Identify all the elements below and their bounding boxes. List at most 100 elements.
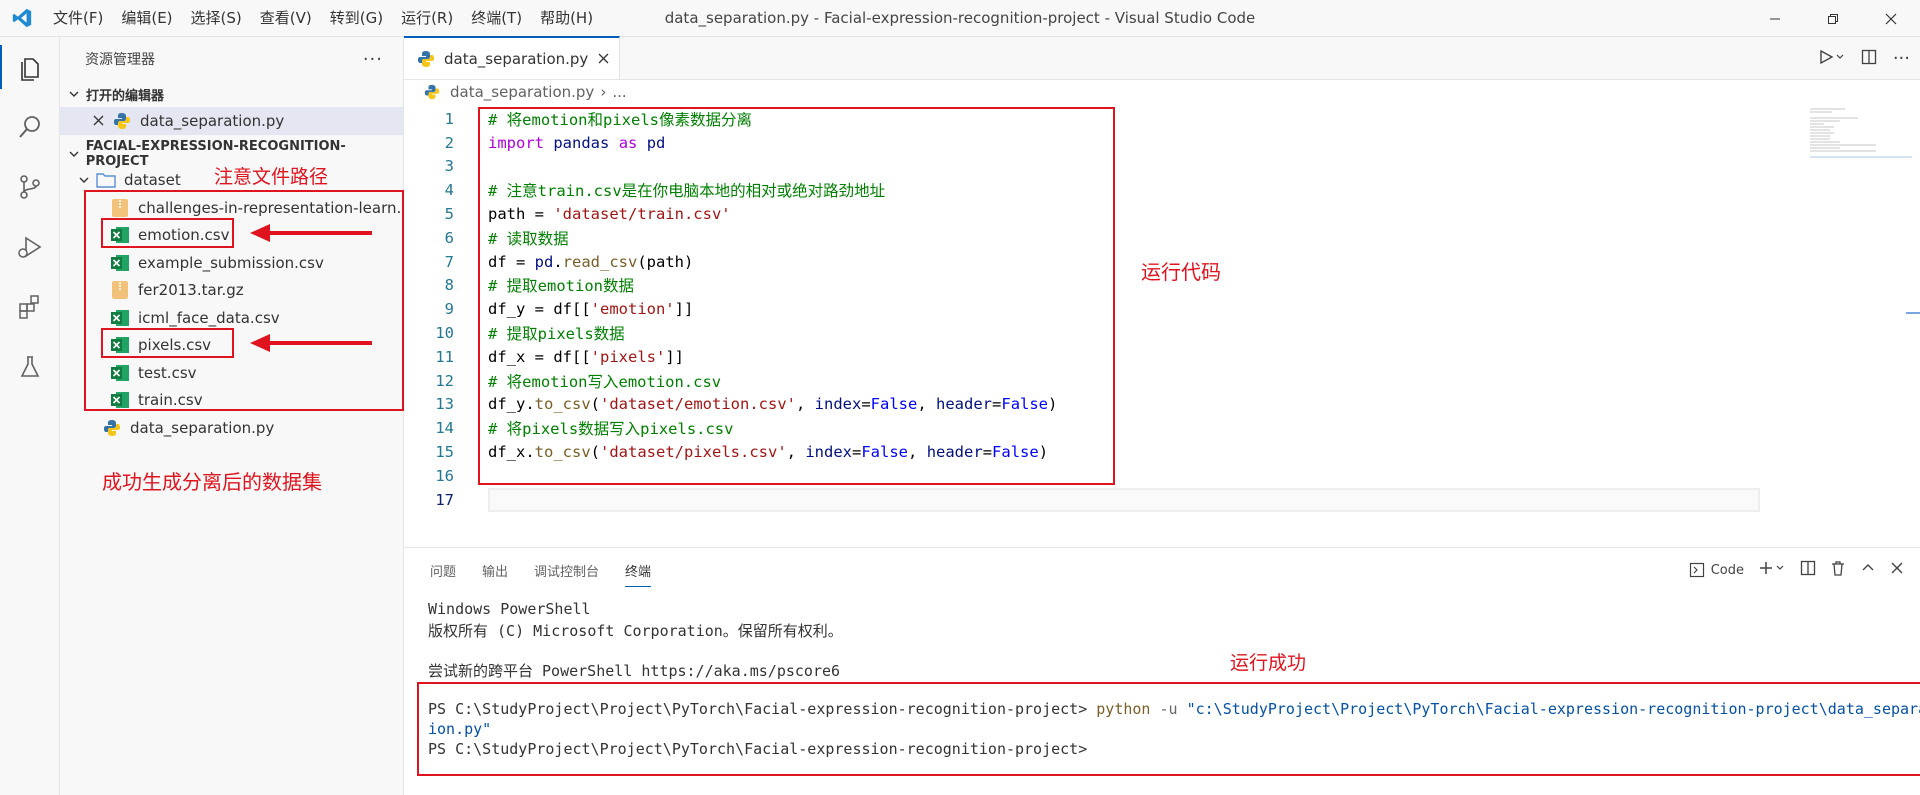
line-number: 12 <box>435 371 454 390</box>
window-controls <box>1746 0 1920 37</box>
menu-item[interactable]: 转到(G) <box>321 0 392 37</box>
more-icon[interactable]: ··· <box>1893 48 1910 69</box>
open-editors-label: 打开的编辑器 <box>86 88 165 104</box>
pixels-highlight-box <box>101 328 234 358</box>
menu-item[interactable]: 终端(T) <box>462 0 531 37</box>
breadcrumb-separator-icon: › <box>600 83 607 101</box>
close-window-button[interactable] <box>1862 0 1920 37</box>
arrow-emotion-icon <box>250 224 372 242</box>
run-success-annotation: 运行成功 <box>1230 652 1307 674</box>
close-icon[interactable] <box>90 115 106 126</box>
panel-tab[interactable]: 终端 <box>625 561 652 587</box>
folder-name: dataset <box>124 171 181 190</box>
open-editor-item[interactable]: data_separation.py <box>60 107 403 135</box>
menu-bar: 文件(F) 编辑(E) 选择(S) 查看(V) 转到(G) 运行(R) 终端(T) 帮助(H) <box>44 0 602 37</box>
menu-item[interactable]: 文件(F) <box>44 0 112 37</box>
restore-button[interactable] <box>1804 0 1862 37</box>
explorer-icon[interactable] <box>0 37 60 97</box>
activity-bar <box>0 37 60 795</box>
panel-tab[interactable]: 问题 <box>430 561 456 580</box>
chevron-down-icon <box>66 146 82 162</box>
line-number: 3 <box>444 157 454 176</box>
maximize-panel-icon[interactable] <box>1860 560 1876 580</box>
line-number: 7 <box>444 252 454 271</box>
line-number: 9 <box>444 300 454 319</box>
line-number: 10 <box>435 324 454 343</box>
line-number: 1 <box>444 109 454 128</box>
tab-label: data_separation.py <box>444 49 589 68</box>
line-number: 16 <box>435 466 454 485</box>
line-number: 6 <box>444 228 454 247</box>
more-actions-icon[interactable]: ··· <box>363 49 383 70</box>
menu-item[interactable]: 帮助(H) <box>531 0 602 37</box>
tab-data-separation[interactable]: data_separation.py <box>404 36 621 79</box>
terminal-line: Windows PowerShell <box>428 600 591 618</box>
terminal-shell-label: Code <box>1710 562 1744 578</box>
path-note-annotation: 注意文件路径 <box>214 166 329 188</box>
editor-actions: ··· <box>1819 37 1910 80</box>
breadcrumb-file[interactable]: data_separation.py <box>450 83 594 101</box>
root-filename: data_separation.py <box>130 418 275 437</box>
extensions-icon[interactable] <box>0 277 60 337</box>
line-number: 8 <box>444 276 454 295</box>
breadcrumb: data_separation.py › ... <box>404 80 1920 104</box>
current-line-highlight <box>488 487 1760 512</box>
line-number: 2 <box>444 133 454 152</box>
terminal-line: 尝试新的跨平台 PowerShell https://aka.ms/pscore… <box>428 662 841 680</box>
terminal-highlight-box <box>417 682 1920 776</box>
folder-icon <box>96 171 116 189</box>
minimap[interactable] <box>1800 107 1920 187</box>
python-icon <box>112 112 132 130</box>
search-icon[interactable] <box>0 97 60 157</box>
line-number: 17 <box>435 490 454 509</box>
open-editors-section[interactable]: 打开的编辑器 <box>60 81 403 107</box>
breadcrumb-more[interactable]: ... <box>612 83 626 101</box>
terminal-shell-icon[interactable]: Code <box>1689 562 1744 578</box>
emotion-highlight-box <box>101 218 234 248</box>
panel-tab[interactable]: 输出 <box>482 561 508 580</box>
close-panel-icon[interactable] <box>1890 561 1904 579</box>
split-editor-icon[interactable] <box>1861 49 1877 69</box>
menu-item[interactable]: 选择(S) <box>182 0 251 37</box>
run-code-annotation: 运行代码 <box>1141 260 1221 284</box>
python-icon <box>416 50 436 68</box>
menu-item[interactable]: 编辑(E) <box>112 0 181 37</box>
menu-item[interactable]: 运行(R) <box>392 0 462 37</box>
explorer-header: 资源管理器 ··· <box>60 37 403 81</box>
minimize-button[interactable] <box>1746 0 1804 37</box>
terminal-line: 版权所有 (C) Microsoft Corporation。保留所有权利。 <box>428 622 843 640</box>
generated-annotation: 成功生成分离后的数据集 <box>102 470 322 494</box>
line-number: 13 <box>435 395 454 414</box>
panel-tab[interactable]: 调试控制台 <box>534 561 599 580</box>
explorer-sidebar: 资源管理器 ··· 打开的编辑器 data_separation.py FACI… <box>60 37 411 795</box>
line-number: 15 <box>435 443 454 462</box>
new-terminal-icon[interactable] <box>1758 560 1786 580</box>
scroll-indicator <box>1906 312 1920 314</box>
testing-flask-icon[interactable] <box>0 337 60 397</box>
root-file-item[interactable]: data_separation.py <box>60 414 403 442</box>
panel-actions: Code <box>1689 548 1904 592</box>
line-number: 14 <box>435 419 454 438</box>
python-icon <box>102 419 122 437</box>
menu-item[interactable]: 查看(V) <box>251 0 321 37</box>
source-control-icon[interactable] <box>0 157 60 217</box>
editor-tabs: data_separation.py ··· <box>404 36 1920 80</box>
run-debug-icon[interactable] <box>0 217 60 277</box>
line-number: 11 <box>435 347 454 366</box>
open-editor-filename: data_separation.py <box>140 111 285 130</box>
run-file-icon[interactable] <box>1819 49 1845 69</box>
tab-close-icon[interactable] <box>598 49 609 68</box>
vscode-logo-icon <box>0 0 44 37</box>
line-number: 5 <box>444 205 454 224</box>
python-icon <box>422 83 442 101</box>
chevron-down-icon <box>76 172 92 188</box>
explorer-title: 资源管理器 <box>85 52 155 68</box>
split-terminal-icon[interactable] <box>1800 560 1816 580</box>
line-number: 4 <box>444 181 454 200</box>
trash-icon[interactable] <box>1830 560 1846 580</box>
code-highlight-box <box>478 107 1115 485</box>
title-bar: 文件(F) 编辑(E) 选择(S) 查看(V) 转到(G) 运行(R) 终端(T) 帮助(H)… <box>0 0 1920 37</box>
code-line: 17 <box>404 487 1920 512</box>
arrow-pixels-icon <box>250 334 372 352</box>
